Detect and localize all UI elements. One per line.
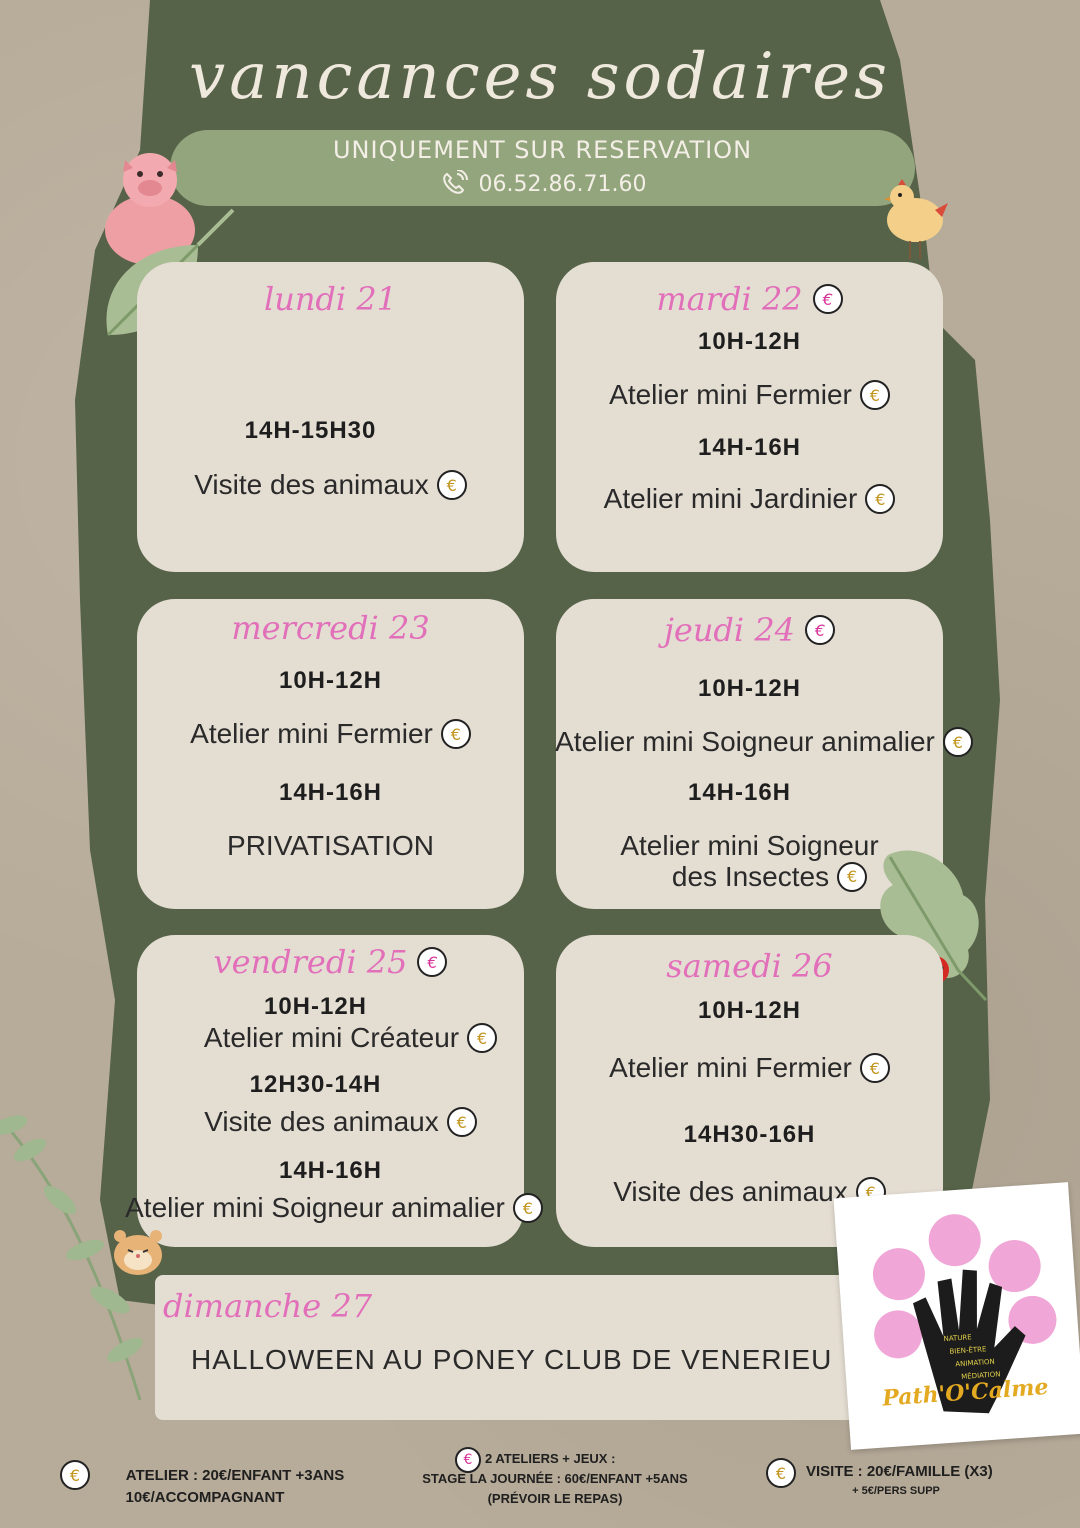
day-label: lundi 21 <box>263 280 398 318</box>
day-label: vendredi 25 € <box>137 943 524 981</box>
euro-icon: € <box>859 1053 890 1084</box>
time-slot: 10H-12H <box>697 675 802 702</box>
activity: Atelier mini Fermier € <box>556 1052 943 1084</box>
footer-atelier: € ATELIER : 20€/ENFANT +3ANS 10€/ACCOMPA… <box>55 1460 365 1520</box>
day-label: samedi 26 <box>666 947 833 985</box>
logo: Path'O'Calme NATURE BIEN-ÊTRE ANIMATION … <box>833 1182 1080 1450</box>
euro-icon: € <box>942 727 973 758</box>
time-slot: 14H-16H <box>697 434 802 461</box>
day-label: dimanche 27 <box>163 1287 373 1325</box>
phone-icon <box>442 170 468 194</box>
time-slot: 14H-16H <box>278 1157 383 1184</box>
activity: Atelier mini Jardinier € <box>556 483 943 515</box>
euro-icon: € <box>766 1458 796 1488</box>
euro-icon: € <box>859 380 890 411</box>
activity: Atelier mini Fermier € <box>556 379 943 411</box>
activity: Atelier mini Soigneur animalier € <box>119 1192 549 1224</box>
page-title: vancances sodaires <box>189 40 891 114</box>
activity: Atelier mini Fermier € <box>137 718 524 750</box>
time-slot: 14H-15H30 <box>244 417 377 444</box>
activity: Visite des animaux € <box>147 1106 534 1138</box>
footer-atelier-line2: 10€/ACCOMPAGNANT <box>125 1489 285 1506</box>
footer-atelier-line1: ATELIER : 20€/ENFANT +3ANS <box>125 1467 345 1484</box>
footer-stage-line1: 2 ATELIERS + JEUX : <box>485 1451 616 1466</box>
time-slot: 12H30-14H <box>249 1071 382 1098</box>
activity: Visite des animaux € <box>137 469 524 501</box>
activity: Atelier mini Créateur € <box>157 1022 544 1054</box>
activity: HALLOWEEN AU PONEY CLUB DE VENERIEU <box>191 1344 833 1375</box>
euro-icon: € <box>60 1460 90 1490</box>
logo-hand-icon: Path'O'Calme NATURE BIEN-ÊTRE ANIMATION … <box>872 1214 1057 1414</box>
day-label: mardi 22 € <box>556 280 943 318</box>
hen-illustration <box>884 179 948 259</box>
footer-visite-line1: VISITE : 20€/FAMILLE (X3) <box>806 1463 993 1480</box>
day-label: mercredi 23 <box>231 609 430 647</box>
vine-illustration <box>0 1115 143 1401</box>
footer-stage-line3: (PRÉVOIR LE REPAS) <box>487 1491 623 1506</box>
euro-icon: € <box>446 1107 477 1138</box>
euro-icon: € <box>865 484 896 515</box>
euro-icon: € <box>805 615 836 645</box>
time-slot: 10H-12H <box>278 667 383 694</box>
time-slot: 10H-12H <box>263 993 368 1020</box>
euro-icon: € <box>417 947 448 977</box>
euro-icon: € <box>440 719 471 750</box>
time-slot: 14H-16H <box>687 779 792 806</box>
card-mardi: mardi 22 € 10H-12H Atelier mini Fermier … <box>556 262 943 572</box>
euro-icon: € <box>512 1193 543 1224</box>
activity: Atelier mini Soigneur animalier € <box>554 726 974 758</box>
time-slot: 10H-12H <box>697 997 802 1024</box>
card-mercredi: mercredi 23 10H-12H Atelier mini Fermier… <box>137 599 524 909</box>
reservation-text: UNIQUEMENT SUR RESERVATION <box>332 136 753 164</box>
euro-icon: € <box>467 1023 498 1054</box>
euro-icon: € <box>812 284 843 314</box>
euro-icon: € <box>455 1447 481 1473</box>
footer-visite: € VISITE : 20€/FAMILLE (X3) + 5€/PERS SU… <box>766 1458 1046 1518</box>
day-label: jeudi 24 € <box>556 611 943 649</box>
euro-icon: € <box>436 470 467 501</box>
time-slot: 14H30-16H <box>683 1121 816 1148</box>
card-lundi: lundi 21 14H-15H30 Visite des animaux € <box>137 262 524 572</box>
activity: PRIVATISATION <box>227 830 434 861</box>
time-slot: 14H-16H <box>278 779 383 806</box>
time-slot: 10H-12H <box>697 328 802 355</box>
footer-visite-line2: + 5€/PERS SUPP <box>852 1485 940 1497</box>
reservation-banner: UNIQUEMENT SUR RESERVATION 06.52.86.71.6… <box>170 130 915 206</box>
card-dimanche: dimanche 27 HALLOWEEN AU PONEY CLUB DE V… <box>155 1275 875 1420</box>
footer-stage-line2: STAGE LA JOURNÉE : 60€/ENFANT +5ANS <box>422 1471 688 1486</box>
euro-icon: € <box>837 862 868 893</box>
phone-line[interactable]: 06.52.86.71.60 <box>170 170 915 198</box>
phone-number: 06.52.86.71.60 <box>478 171 647 197</box>
footer-stage: € 2 ATELIERS + JEUX : STAGE LA JOURNÉE :… <box>395 1447 715 1517</box>
card-vendredi: vendredi 25 € 10H-12H Atelier mini Créat… <box>125 935 543 1247</box>
